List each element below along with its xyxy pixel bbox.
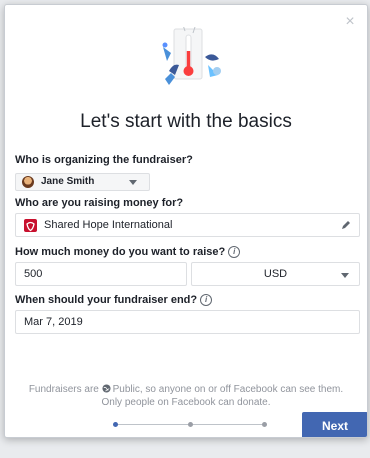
currency-value: USD	[263, 268, 288, 280]
pencil-icon[interactable]	[341, 220, 351, 230]
privacy-notice: Fundraisers are Public, so anyone on or …	[21, 383, 351, 409]
charity-logo-icon	[24, 219, 37, 232]
end-date-label: When should your fundraiser end? i	[15, 294, 213, 307]
organizer-name: Jane Smith	[41, 176, 95, 187]
step-dot-1	[113, 422, 118, 427]
beneficiary-field[interactable]: Shared Hope International	[15, 213, 360, 237]
privacy-notice-prefix: Fundraisers are	[28, 384, 102, 395]
goal-label: How much money do you want to raise? i	[15, 246, 241, 259]
info-icon[interactable]: i	[228, 246, 241, 259]
next-button[interactable]: Next	[302, 412, 367, 437]
privacy-notice-suffix: Public, so anyone on or off Facebook can…	[101, 384, 344, 408]
chevron-down-icon	[341, 273, 349, 278]
step-dot-2	[188, 422, 193, 427]
currency-select[interactable]: USD	[191, 262, 360, 286]
end-date-input[interactable]: Mar 7, 2019	[15, 310, 360, 334]
page-title: Let's start with the basics	[80, 111, 292, 132]
globe-icon	[102, 384, 111, 393]
chevron-down-icon	[129, 180, 137, 185]
end-date-label-text: When should your fundraiser end?	[15, 294, 198, 306]
beneficiary-label: Who are you raising money for?	[15, 197, 184, 209]
beneficiary-value: Shared Hope International	[44, 219, 173, 231]
step-dot-3	[262, 422, 267, 427]
avatar	[22, 176, 34, 188]
fundraiser-dialog: × Let's start with the basics Who is org…	[4, 4, 368, 438]
organizer-select[interactable]: Jane Smith	[15, 173, 150, 191]
goal-amount-input[interactable]: 500	[15, 262, 187, 286]
goal-label-text: How much money do you want to raise?	[15, 246, 226, 258]
info-icon[interactable]: i	[200, 294, 213, 307]
organizer-label: Who is organizing the fundraiser?	[15, 154, 193, 166]
fundraiser-illustration	[162, 27, 221, 85]
